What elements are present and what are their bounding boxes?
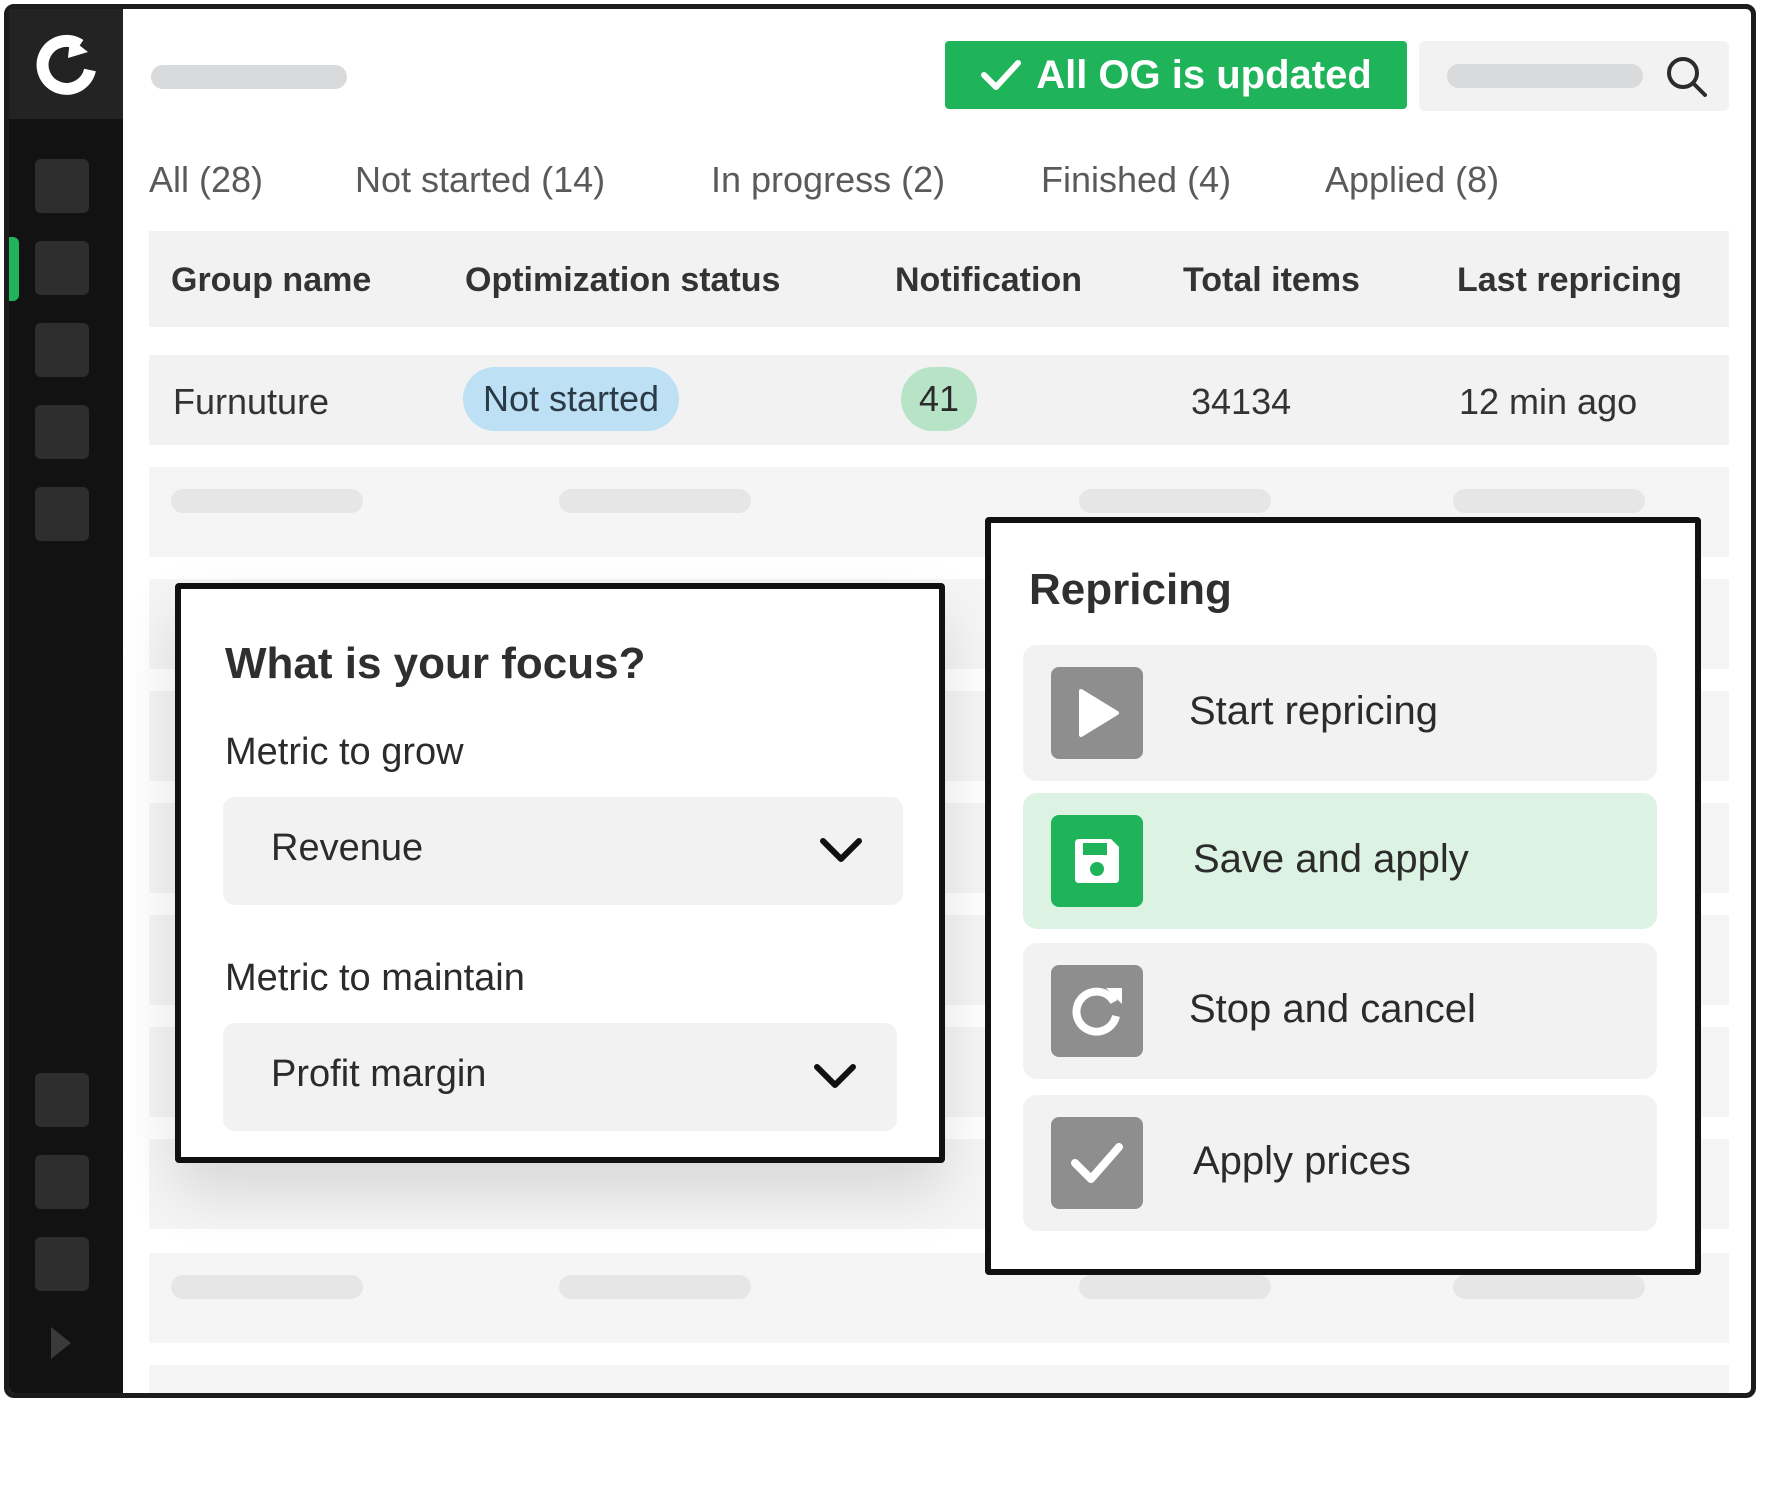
sidebar-item-8[interactable] [35,1237,89,1291]
metric-grow-label: Metric to grow [225,731,464,773]
stop-and-cancel-label: Stop and cancel [1189,987,1476,1031]
repricing-title: Repricing [1029,565,1232,614]
cell-total-items: 34134 [1191,381,1292,422]
sidebar-item-3[interactable] [35,323,89,377]
search-icon[interactable] [1665,55,1709,99]
search-input[interactable] [1447,64,1643,88]
placeholder-row [149,1365,1729,1393]
metric-grow-select[interactable]: Revenue [223,797,903,905]
table-header: Group name Optimization status Notificat… [149,231,1729,327]
check-icon [981,60,1022,90]
sidebar-item-7[interactable] [35,1155,89,1209]
apply-prices-button[interactable]: Apply prices [1023,1095,1657,1231]
col-optimization-status[interactable]: Optimization status [465,261,780,300]
app-logo[interactable] [9,9,123,119]
repricing-panel: Repricing Start repricing Save and apply [985,517,1701,1275]
status-badge: Not started [463,367,680,431]
tab-applied[interactable]: Applied (8) [1325,159,1499,201]
tab-in-progress[interactable]: In progress (2) [711,159,945,201]
table-row[interactable]: Furnuture Not started 41 34134 12 min ag… [149,355,1729,445]
status-banner-text: All OG is updated [1036,52,1372,97]
col-group-name[interactable]: Group name [171,261,371,300]
sidebar-item-2[interactable] [35,241,89,295]
save-and-apply-label: Save and apply [1193,837,1469,881]
sidebar-active-indicator [9,237,19,301]
metric-maintain-label: Metric to maintain [225,957,525,999]
focus-panel: What is your focus? Metric to grow Reven… [175,583,945,1163]
stop-and-cancel-button[interactable]: Stop and cancel [1023,943,1657,1079]
sidebar [9,9,123,1393]
chevron-down-icon [820,838,862,862]
metric-maintain-value: Profit margin [271,1053,487,1095]
col-total-items[interactable]: Total items [1183,261,1360,300]
metric-maintain-select[interactable]: Profit margin [223,1023,897,1131]
sidebar-item-5[interactable] [35,487,89,541]
play-icon [1079,689,1119,737]
metric-grow-value: Revenue [271,827,424,869]
logo-icon [36,34,96,95]
save-icon [1075,839,1119,883]
sidebar-item-4[interactable] [35,405,89,459]
app-window: All OG is updated All (28) Not started (… [4,4,1756,1398]
col-notification[interactable]: Notification [895,261,1082,300]
search-box[interactable] [1419,41,1729,111]
tab-not-started[interactable]: Not started (14) [355,159,605,201]
refresh-icon [1072,987,1122,1036]
save-and-apply-button[interactable]: Save and apply [1023,793,1657,929]
sidebar-item-1[interactable] [35,159,89,213]
sidebar-item-6[interactable] [35,1073,89,1127]
expand-sidebar-icon[interactable] [49,1325,73,1361]
cell-group-name: Furnuture [173,381,330,422]
tab-finished[interactable]: Finished (4) [1041,159,1231,201]
start-repricing-button[interactable]: Start repricing [1023,645,1657,781]
cell-last-repricing: 12 min ago [1459,381,1638,422]
breadcrumb-placeholder [151,65,347,89]
tab-all[interactable]: All (28) [149,159,263,201]
check-icon [1071,1143,1123,1183]
status-banner: All OG is updated [945,41,1407,109]
col-last-repricing[interactable]: Last repricing [1457,261,1682,300]
chevron-down-icon [814,1064,856,1088]
apply-prices-label: Apply prices [1193,1139,1411,1183]
focus-title: What is your focus? [225,639,646,688]
notification-badge: 41 [901,367,977,431]
start-repricing-label: Start repricing [1189,689,1438,733]
